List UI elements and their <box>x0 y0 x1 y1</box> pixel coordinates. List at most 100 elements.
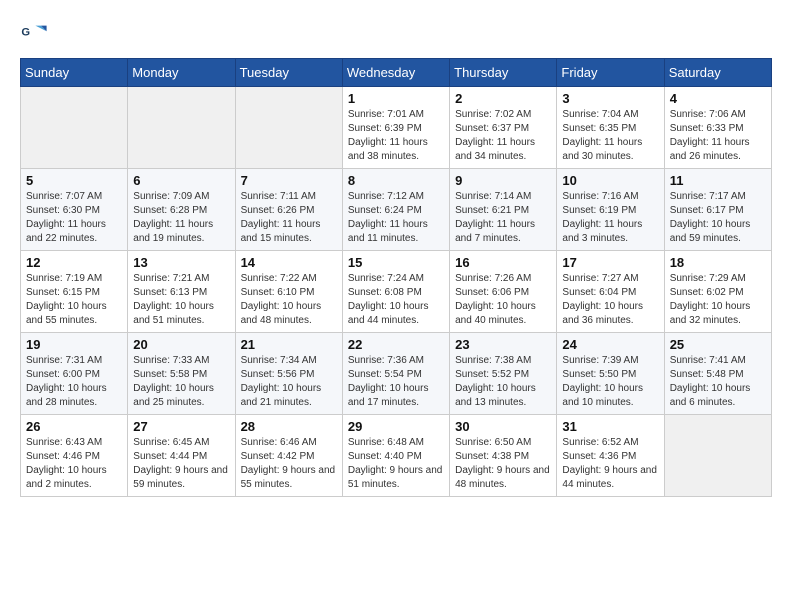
day-header-monday: Monday <box>128 59 235 87</box>
cell-info: Sunset: 6:13 PM <box>133 286 229 300</box>
cell-info: Daylight: 10 hours and 55 minutes. <box>26 300 122 328</box>
cell-info: Sunset: 4:46 PM <box>26 450 122 464</box>
cell-info: Sunset: 6:02 PM <box>670 286 766 300</box>
cell-info: Sunset: 4:44 PM <box>133 450 229 464</box>
cell-info: Daylight: 10 hours and 44 minutes. <box>348 300 444 328</box>
day-header-friday: Friday <box>557 59 664 87</box>
calendar-week-row: 5Sunrise: 7:07 AMSunset: 6:30 PMDaylight… <box>21 169 772 251</box>
cell-info: Sunrise: 7:41 AM <box>670 354 766 368</box>
calendar-cell: 6Sunrise: 7:09 AMSunset: 6:28 PMDaylight… <box>128 169 235 251</box>
cell-info: Sunset: 6:26 PM <box>241 204 337 218</box>
svg-text:G: G <box>21 26 30 38</box>
calendar-cell: 3Sunrise: 7:04 AMSunset: 6:35 PMDaylight… <box>557 87 664 169</box>
cell-info: Sunset: 6:24 PM <box>348 204 444 218</box>
calendar-cell: 27Sunrise: 6:45 AMSunset: 4:44 PMDayligh… <box>128 415 235 497</box>
day-number: 7 <box>241 173 337 188</box>
calendar-cell: 25Sunrise: 7:41 AMSunset: 5:48 PMDayligh… <box>664 333 771 415</box>
cell-info: Daylight: 9 hours and 44 minutes. <box>562 464 658 492</box>
cell-info: Daylight: 10 hours and 32 minutes. <box>670 300 766 328</box>
day-number: 18 <box>670 255 766 270</box>
calendar-cell <box>664 415 771 497</box>
cell-info: Sunrise: 7:27 AM <box>562 272 658 286</box>
cell-info: Sunset: 5:54 PM <box>348 368 444 382</box>
calendar-header-row: SundayMondayTuesdayWednesdayThursdayFrid… <box>21 59 772 87</box>
day-number: 10 <box>562 173 658 188</box>
cell-info: Sunset: 6:08 PM <box>348 286 444 300</box>
day-number: 1 <box>348 91 444 106</box>
day-number: 6 <box>133 173 229 188</box>
calendar-cell: 5Sunrise: 7:07 AMSunset: 6:30 PMDaylight… <box>21 169 128 251</box>
cell-info: Sunset: 6:35 PM <box>562 122 658 136</box>
cell-info: Sunrise: 7:38 AM <box>455 354 551 368</box>
page-header: G <box>20 20 772 48</box>
cell-info: Sunset: 6:04 PM <box>562 286 658 300</box>
cell-info: Sunset: 6:30 PM <box>26 204 122 218</box>
day-number: 30 <box>455 419 551 434</box>
cell-info: Daylight: 10 hours and 36 minutes. <box>562 300 658 328</box>
day-number: 11 <box>670 173 766 188</box>
cell-info: Daylight: 11 hours and 38 minutes. <box>348 136 444 164</box>
cell-info: Sunrise: 6:48 AM <box>348 436 444 450</box>
calendar-cell: 31Sunrise: 6:52 AMSunset: 4:36 PMDayligh… <box>557 415 664 497</box>
cell-info: Sunset: 6:19 PM <box>562 204 658 218</box>
day-number: 23 <box>455 337 551 352</box>
day-number: 29 <box>348 419 444 434</box>
day-number: 21 <box>241 337 337 352</box>
day-number: 20 <box>133 337 229 352</box>
cell-info: Sunset: 6:39 PM <box>348 122 444 136</box>
calendar-cell: 7 Sunrise: 7:11 AMSunset: 6:26 PMDaylight… <box>235 169 342 251</box>
cell-info: Sunset: 6:00 PM <box>26 368 122 382</box>
calendar-cell: 11Sunrise: 7:17 AMSunset: 6:17 PMDayligh… <box>664 169 771 251</box>
day-number: 24 <box>562 337 658 352</box>
calendar-cell: 8Sunrise: 7:12 AMSunset: 6:24 PMDaylight… <box>342 169 449 251</box>
cell-info: Sunset: 4:42 PM <box>241 450 337 464</box>
cell-info: Sunset: 4:40 PM <box>348 450 444 464</box>
cell-info: Sunrise: 7:16 AM <box>562 190 658 204</box>
calendar-cell: 15Sunrise: 7:24 AMSunset: 6:08 PMDayligh… <box>342 251 449 333</box>
day-number: 25 <box>670 337 766 352</box>
cell-info: Sunrise: 6:50 AM <box>455 436 551 450</box>
cell-info: Daylight: 11 hours and 7 minutes. <box>455 218 551 246</box>
calendar-cell: 28Sunrise: 6:46 AMSunset: 4:42 PMDayligh… <box>235 415 342 497</box>
cell-info: Sunset: 6:28 PM <box>133 204 229 218</box>
cell-info: Sunrise: 7:11 AM <box>241 190 337 204</box>
calendar-week-row: 26Sunrise: 6:43 AMSunset: 4:46 PMDayligh… <box>21 415 772 497</box>
day-number: 12 <box>26 255 122 270</box>
day-number: 13 <box>133 255 229 270</box>
cell-info: Sunrise: 7:39 AM <box>562 354 658 368</box>
day-number: 22 <box>348 337 444 352</box>
calendar-week-row: 12Sunrise: 7:19 AMSunset: 6:15 PMDayligh… <box>21 251 772 333</box>
cell-info: Sunset: 6:21 PM <box>455 204 551 218</box>
cell-info: Sunrise: 7:36 AM <box>348 354 444 368</box>
cell-info: Sunset: 6:06 PM <box>455 286 551 300</box>
cell-info: Daylight: 10 hours and 59 minutes. <box>670 218 766 246</box>
cell-info: Daylight: 11 hours and 15 minutes. <box>241 218 337 246</box>
cell-info: Daylight: 11 hours and 11 minutes. <box>348 218 444 246</box>
calendar-week-row: 1Sunrise: 7:01 AMSunset: 6:39 PMDaylight… <box>21 87 772 169</box>
calendar-cell: 23Sunrise: 7:38 AMSunset: 5:52 PMDayligh… <box>450 333 557 415</box>
cell-info: Sunrise: 6:46 AM <box>241 436 337 450</box>
day-number: 15 <box>348 255 444 270</box>
cell-info: Daylight: 10 hours and 40 minutes. <box>455 300 551 328</box>
cell-info: Sunrise: 7:06 AM <box>670 108 766 122</box>
calendar-cell <box>21 87 128 169</box>
cell-info: Sunrise: 6:45 AM <box>133 436 229 450</box>
cell-info: Sunrise: 7:31 AM <box>26 354 122 368</box>
cell-info: Sunset: 6:10 PM <box>241 286 337 300</box>
day-header-thursday: Thursday <box>450 59 557 87</box>
day-number: 26 <box>26 419 122 434</box>
cell-info: Sunset: 6:37 PM <box>455 122 551 136</box>
calendar-cell: 30Sunrise: 6:50 AMSunset: 4:38 PMDayligh… <box>450 415 557 497</box>
cell-info: Daylight: 9 hours and 59 minutes. <box>133 464 229 492</box>
calendar-cell: 21Sunrise: 7:34 AMSunset: 5:56 PMDayligh… <box>235 333 342 415</box>
cell-info: Sunset: 5:52 PM <box>455 368 551 382</box>
cell-info: Daylight: 10 hours and 21 minutes. <box>241 382 337 410</box>
calendar-cell: 9Sunrise: 7:14 AMSunset: 6:21 PMDaylight… <box>450 169 557 251</box>
calendar-cell: 13Sunrise: 7:21 AMSunset: 6:13 PMDayligh… <box>128 251 235 333</box>
day-number: 14 <box>241 255 337 270</box>
cell-info: Sunrise: 7:22 AM <box>241 272 337 286</box>
cell-info: Sunrise: 7:12 AM <box>348 190 444 204</box>
cell-info: Daylight: 11 hours and 26 minutes. <box>670 136 766 164</box>
logo-icon: G <box>20 20 48 48</box>
day-number: 5 <box>26 173 122 188</box>
